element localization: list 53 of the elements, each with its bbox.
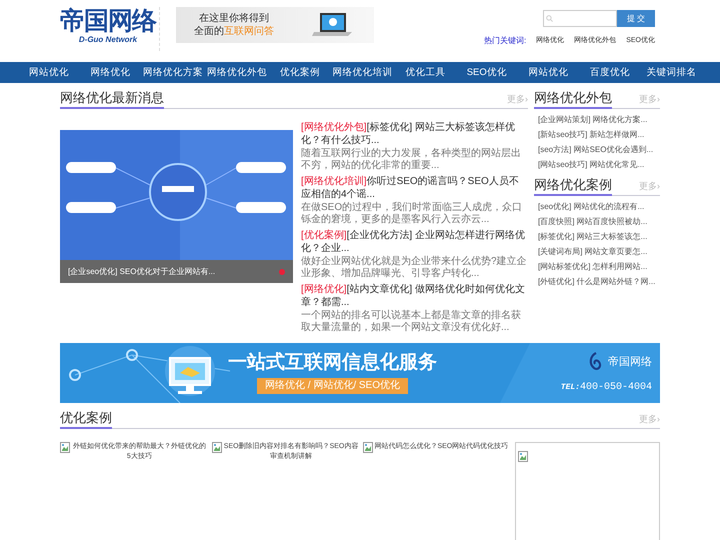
ad-text: 在这里你将得到 bbox=[199, 12, 269, 25]
logo-subtitle: D-Guo Network bbox=[78, 35, 138, 45]
news-headline[interactable]: [网络优化培训]你听过SEO的谣言吗？SEO人员不应相信的4个谣... bbox=[301, 175, 528, 201]
section-title: 网络优化最新消息 bbox=[60, 89, 164, 109]
slide-caption[interactable]: [企业seo优化] SEO优化对于企业网站有... bbox=[68, 266, 216, 278]
nav-link[interactable]: 网络优化培训 bbox=[332, 62, 392, 83]
search-field[interactable] bbox=[543, 10, 617, 27]
broken-image-icon bbox=[60, 442, 70, 453]
section-title: 网络优化案例 bbox=[534, 176, 612, 196]
submit-button[interactable]: 提 交 bbox=[617, 10, 655, 27]
broken-image-icon bbox=[518, 451, 528, 462]
sidebar-link[interactable]: [百度快照] 网站百度快照被劫... bbox=[538, 214, 660, 229]
search-icon bbox=[546, 15, 553, 22]
sidebar-link[interactable]: [seo优化] 网站优化的流程有... bbox=[538, 199, 660, 214]
sidebar-link[interactable]: [外链优化] 什么是网站外链？网... bbox=[538, 274, 660, 289]
broken-image-icon bbox=[212, 442, 222, 453]
news-summary: 做好企业网站优化就是为企业带来什么优势?建立企业形象、增加品牌曝光、引导客户转化... bbox=[301, 256, 528, 280]
section-title: 网络优化外包 bbox=[534, 89, 612, 109]
news-summary: 随着互联网行业的大力发展，各种类型的网站层出不穷，网站的优化非常的重要... bbox=[301, 148, 522, 172]
sidebar-link[interactable]: [网站标签优化] 怎样利用网站... bbox=[538, 259, 660, 274]
nav-link[interactable]: 网络优化外包 bbox=[207, 62, 267, 83]
hot-keywords-label: 热门关键词: bbox=[484, 35, 526, 47]
ad-text: 全面的互联网问答 bbox=[194, 25, 274, 38]
section-title: 优化案例 bbox=[60, 409, 112, 429]
nav-link[interactable]: 网络优化方案 bbox=[143, 62, 203, 83]
nav-link[interactable]: 优化案例 bbox=[271, 62, 328, 83]
sidebar-link[interactable]: [网站seo技巧] 网站优化常见... bbox=[538, 157, 660, 172]
sidebar-link[interactable]: [标签优化] 网站三大标签该怎... bbox=[538, 229, 660, 244]
news-headline[interactable]: [网络优化外包][标签优化] 网站三大标签该怎样优化？有什么技巧... bbox=[301, 121, 528, 147]
logo[interactable]: 帝国网络 bbox=[60, 7, 156, 35]
nav-link[interactable]: 网站优化 bbox=[520, 62, 577, 83]
featured-slide[interactable]: [企业seo优化] SEO优化对于企业网站有... bbox=[60, 130, 293, 283]
nav-link[interactable]: 优化工具 bbox=[396, 62, 454, 83]
sidebar-link[interactable]: [新站seo技巧] 新站怎样做网... bbox=[538, 127, 660, 142]
banner-services: 网络优化 / 网站优化/ SEO优化 bbox=[256, 378, 408, 394]
nav-link[interactable]: SEO优化 bbox=[458, 62, 516, 83]
news-summary: 在做SEO的过程中，我们时常面临三人成虎，众口铄金的窘境，更多的是墨客风行入云亦云... bbox=[301, 202, 524, 226]
nav-link[interactable]: 网络优化 bbox=[82, 62, 139, 83]
banner-headline: 一站式互联网信息化服务 bbox=[228, 352, 437, 374]
news-headline[interactable]: [优化案例][企业优化方法] 企业网站怎样进行网络优化？企业... bbox=[301, 229, 528, 255]
news-summary: 一个网站的排名可以说基本上都是靠文章的排名获取大量流量的，如果一个网站文章没有优化好... bbox=[301, 310, 522, 334]
news-headline[interactable]: [网络优化][站内文章优化] 做网络优化时如何优化文章？都需... bbox=[301, 283, 528, 309]
sidebar-link[interactable]: [企业网站策划] 网络优化方案... bbox=[538, 112, 660, 127]
laptop-icon bbox=[310, 11, 354, 39]
nav-link[interactable]: 关键词排名 bbox=[642, 62, 700, 83]
broken-image-icon bbox=[363, 442, 374, 453]
nav-link[interactable]: 网站优化 bbox=[20, 62, 78, 83]
sidebar-link[interactable]: [关键词布局] 网站文章页要怎... bbox=[538, 244, 660, 259]
sidebar-link[interactable]: [seo方法] 网站SEO优化会遇到... bbox=[538, 142, 660, 157]
ad-banner[interactable]: 在这里你将得到 全面的互联网问答 bbox=[176, 7, 374, 43]
banner-brand: 帝国网络 bbox=[608, 354, 652, 370]
nav-link[interactable]: 百度优化 bbox=[581, 62, 638, 83]
banner-phone: TEL:400-050-4004 bbox=[560, 380, 652, 394]
